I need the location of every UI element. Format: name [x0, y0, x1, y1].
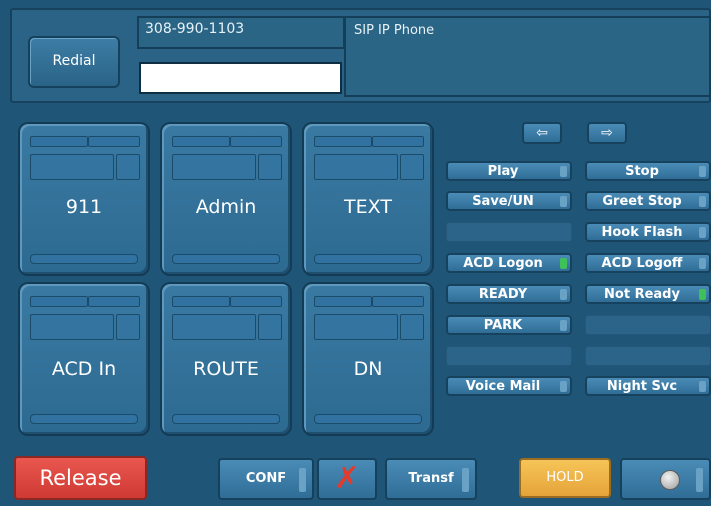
transfer-button[interactable]: Transf — [385, 458, 477, 500]
key-tile-label: TEXT — [344, 196, 392, 218]
play-button[interactable]: Play — [446, 161, 572, 181]
hook-flash-label: Hook Flash — [601, 225, 683, 240]
ready-label: READY — [478, 287, 528, 302]
status-indicator-green — [560, 258, 567, 269]
key-tile-route[interactable]: ROUTE — [160, 282, 292, 436]
conf-label: CONF — [245, 471, 287, 486]
acd-logoff-button[interactable]: ACD Logoff — [585, 253, 711, 273]
status-indicator-green — [699, 289, 706, 300]
mute-button[interactable] — [620, 458, 711, 500]
empty-key-slot — [585, 315, 711, 335]
page-right-arrow-icon[interactable]: ⇨ — [587, 122, 627, 144]
key-tile-text[interactable]: TEXT — [302, 122, 434, 276]
key-tile-label: Admin — [195, 196, 257, 218]
key-tile-dn[interactable]: DN — [302, 282, 434, 436]
key-tile-label: DN — [353, 358, 383, 380]
empty-key-slot — [446, 346, 572, 366]
acd-logoff-label: ACD Logoff — [601, 256, 683, 271]
save-un-button[interactable]: Save/UN — [446, 191, 572, 211]
phone-number-display: 308-990-1103 — [137, 16, 345, 49]
conf-button[interactable]: CONF — [218, 458, 314, 500]
ready-button[interactable]: READY — [446, 284, 572, 304]
night-svc-button[interactable]: Night Svc — [585, 376, 711, 396]
cancel-x-icon[interactable]: ✗ — [317, 458, 377, 500]
stop-label: Stop — [625, 164, 659, 179]
empty-key-slot — [585, 346, 711, 366]
greet-stop-label: Greet Stop — [602, 194, 682, 209]
not-ready-label: Not Ready — [604, 287, 680, 302]
redial-button[interactable]: Redial — [28, 36, 120, 88]
play-label: Play — [487, 164, 519, 179]
key-tile-label: 911 — [65, 196, 103, 218]
key-tile-label: ACD In — [51, 358, 117, 380]
not-ready-button[interactable]: Not Ready — [585, 284, 711, 304]
stop-button[interactable]: Stop — [585, 161, 711, 181]
night-svc-label: Night Svc — [606, 379, 678, 394]
hook-flash-button[interactable]: Hook Flash — [585, 222, 711, 242]
key-tile-label: ROUTE — [193, 358, 259, 380]
release-button[interactable]: Release — [14, 456, 147, 500]
empty-key-slot — [446, 222, 572, 242]
park-button[interactable]: PARK — [446, 315, 572, 335]
transf-label: Transf — [408, 471, 454, 486]
voice-mail-label: Voice Mail — [465, 379, 541, 394]
phone-type-display: SIP IP Phone — [344, 16, 711, 97]
page-left-arrow-icon[interactable]: ⇦ — [522, 122, 562, 144]
greet-stop-button[interactable]: Greet Stop — [585, 191, 711, 211]
dial-input[interactable] — [139, 62, 342, 94]
circle-icon — [660, 470, 680, 490]
park-label: PARK — [483, 318, 523, 333]
hold-button[interactable]: HOLD — [519, 458, 611, 498]
save-un-label: Save/UN — [472, 194, 534, 209]
acd-logon-label: ACD Logon — [463, 256, 543, 271]
key-tile-911[interactable]: 911 — [18, 122, 150, 276]
voice-mail-button[interactable]: Voice Mail — [446, 376, 572, 396]
key-tile-admin[interactable]: Admin — [160, 122, 292, 276]
acd-logon-button[interactable]: ACD Logon — [446, 253, 572, 273]
key-tile-acd-in[interactable]: ACD In — [18, 282, 150, 436]
